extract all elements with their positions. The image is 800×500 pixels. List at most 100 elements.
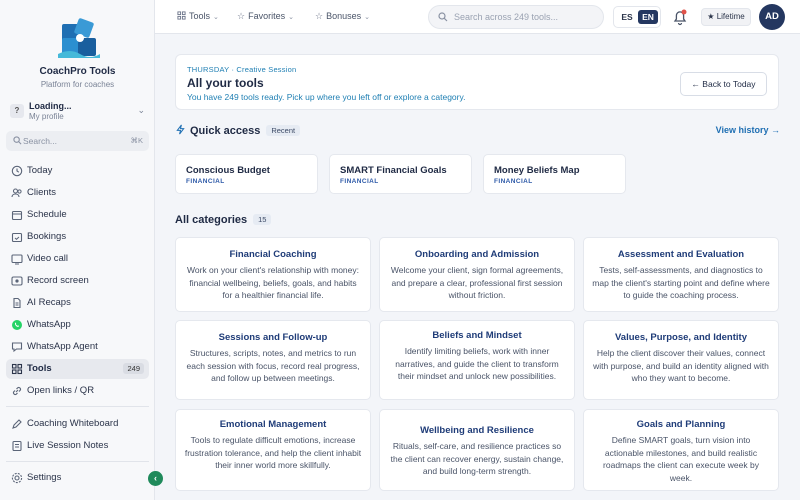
category-description: Tools to regulate difficult emotions, in… — [184, 435, 362, 470]
all-categories-heading: All categories 15 — [175, 214, 272, 226]
quick-access-card[interactable]: SMART Financial Goals FINANCIAL — [329, 154, 472, 194]
profile-badge: ? — [10, 104, 24, 118]
tool-category-tag: FINANCIAL — [340, 178, 379, 185]
category-title: Sessions and Follow-up — [218, 332, 328, 343]
category-card[interactable]: Sessions and Follow-up Structures, scrip… — [175, 320, 371, 400]
sidebar-item-whatsapp[interactable]: WhatsApp — [6, 315, 149, 335]
sidebar: CoachPro Tools Platform for coaches ? Lo… — [0, 0, 155, 500]
sidebar-item-clients[interactable]: Clients — [6, 183, 149, 203]
whatsapp-icon — [12, 320, 22, 330]
sidebar-divider — [6, 461, 149, 462]
avatar[interactable]: AD — [759, 4, 785, 30]
pencil-icon — [12, 419, 22, 429]
sidebar-item-open-links[interactable]: Open links / QR — [6, 381, 149, 401]
star-icon: ☆ — [315, 11, 324, 21]
category-description: Structures, scripts, notes, and metrics … — [186, 348, 360, 383]
all-categories-title: All categories — [175, 214, 248, 226]
sidebar-item-label: Record screen — [27, 275, 89, 286]
category-description: Work on your client's relationship with … — [186, 265, 359, 300]
clock-icon — [11, 165, 23, 177]
menu-tools-label: Tools — [189, 11, 211, 21]
sidebar-divider — [6, 406, 149, 407]
category-card[interactable]: Goals and Planning Define SMART goals, t… — [583, 409, 779, 491]
menu-tools[interactable]: Tools ⌄ — [177, 11, 219, 21]
sidebar-item-video-call[interactable]: Video call — [6, 249, 149, 269]
menu-favorites[interactable]: ☆ Favorites ⌄ — [237, 11, 294, 22]
sidebar-item-label: Video call — [27, 253, 69, 264]
sidebar-item-record-screen[interactable]: Record screen — [6, 271, 149, 291]
category-description: Define SMART goals, turn vision into act… — [603, 435, 759, 483]
tool-category-tag: FINANCIAL — [186, 178, 225, 185]
profile-subtitle: My profile — [29, 112, 64, 121]
sidebar-item-live-session-notes[interactable]: Live Session Notes — [6, 436, 149, 456]
category-title: Wellbeing and Resilience — [420, 425, 534, 436]
category-title: Beliefs and Mindset — [432, 330, 522, 341]
collapse-sidebar-button[interactable]: ‹ — [148, 471, 163, 486]
global-search-input[interactable]: Search across 249 tools... — [428, 5, 604, 29]
profile-switcher[interactable]: ? Loading... My profile ⌄ — [6, 99, 149, 125]
sidebar-search-placeholder: Search... — [23, 136, 58, 146]
notes-icon — [12, 440, 22, 452]
tools-count-badge: 249 — [123, 363, 144, 374]
sidebar-item-whatsapp-agent[interactable]: WhatsApp Agent — [6, 337, 149, 357]
sidebar-item-label: Bookings — [27, 231, 67, 242]
sidebar-search-input[interactable]: Search... ⌘K — [6, 131, 149, 151]
language-switcher: ES EN — [613, 6, 661, 28]
tool-name: Conscious Budget — [186, 165, 270, 176]
search-icon — [13, 136, 22, 145]
brand-tagline: Platform for coaches — [40, 80, 115, 89]
sidebar-item-label: Clients — [27, 187, 57, 198]
view-history-link[interactable]: View history → — [716, 125, 780, 135]
lang-es-button[interactable]: ES — [618, 10, 636, 24]
category-card[interactable]: Beliefs and Mindset Identify limiting be… — [379, 320, 575, 400]
sidebar-item-label: Coaching Whiteboard — [27, 418, 119, 429]
quick-access-heading: Quick access Recent — [175, 124, 301, 137]
quick-access-card[interactable]: Conscious Budget FINANCIAL — [175, 154, 318, 194]
plan-badge: ★ Lifetime — [701, 8, 751, 26]
category-card[interactable]: Values, Purpose, and Identity Help the c… — [583, 320, 779, 400]
calendar-check-icon — [11, 232, 23, 243]
tool-category-tag: FINANCIAL — [494, 178, 533, 185]
hero-card: THURSDAY · Creative Session All your too… — [175, 54, 779, 110]
sidebar-item-ai-recaps[interactable]: AI Recaps — [6, 293, 149, 313]
quick-access-title: Quick access — [190, 125, 261, 137]
sidebar-item-schedule[interactable]: Schedule — [6, 205, 149, 225]
category-title: Financial Coaching — [229, 249, 317, 260]
category-title: Values, Purpose, and Identity — [615, 332, 747, 343]
sidebar-item-label: WhatsApp — [27, 319, 71, 330]
menu-bonuses[interactable]: ☆ Bonuses ⌄ — [315, 11, 370, 22]
grid-icon — [11, 363, 23, 375]
category-card[interactable]: Wellbeing and Resilience Rituals, self-c… — [379, 409, 575, 491]
chevron-down-icon: ⌄ — [213, 14, 219, 21]
sidebar-item-label: AI Recaps — [27, 297, 71, 308]
category-description: Tests, self-assessments, and diagnostics… — [592, 265, 770, 300]
session-eyebrow: THURSDAY · Creative Session — [187, 65, 297, 74]
back-to-today-button[interactable]: ← Back to Today — [680, 72, 767, 96]
bell-icon[interactable] — [669, 6, 691, 28]
gear-icon — [11, 472, 23, 484]
category-card[interactable]: Onboarding and Admission Welcome your cl… — [379, 237, 575, 312]
category-card[interactable]: Assessment and Evaluation Tests, self-as… — [583, 237, 779, 312]
page-subtitle: You have 249 tools ready. Pick up where … — [187, 92, 466, 102]
category-description: Welcome your client, sign formal agreeme… — [390, 265, 564, 300]
category-description: Rituals, self-care, and resilience pract… — [390, 441, 564, 476]
quick-access-card[interactable]: Money Beliefs Map FINANCIAL — [483, 154, 626, 194]
document-icon — [13, 297, 21, 309]
sidebar-item-today[interactable]: Today — [6, 161, 149, 181]
sidebar-item-label: Open links / QR — [27, 385, 95, 396]
category-card[interactable]: Financial Coaching Work on your client's… — [175, 237, 371, 312]
sidebar-item-label: Schedule — [27, 209, 67, 220]
category-card[interactable]: Emotional Management Tools to regulate d… — [175, 409, 371, 491]
sidebar-item-coaching-whiteboard[interactable]: Coaching Whiteboard — [6, 414, 149, 434]
sidebar-item-label: Tools — [27, 363, 52, 374]
sidebar-item-tools[interactable]: Tools 249 — [6, 359, 149, 379]
video-icon — [11, 254, 23, 265]
tool-name: SMART Financial Goals — [340, 165, 447, 176]
grid-icon — [177, 11, 186, 20]
category-title: Assessment and Evaluation — [617, 249, 745, 260]
sidebar-item-settings[interactable]: Settings — [6, 468, 149, 488]
recent-badge: Recent — [266, 125, 301, 136]
sidebar-item-bookings[interactable]: Bookings — [6, 227, 149, 247]
lang-en-button[interactable]: EN — [638, 10, 658, 24]
menu-bonuses-label: Bonuses — [326, 11, 362, 21]
